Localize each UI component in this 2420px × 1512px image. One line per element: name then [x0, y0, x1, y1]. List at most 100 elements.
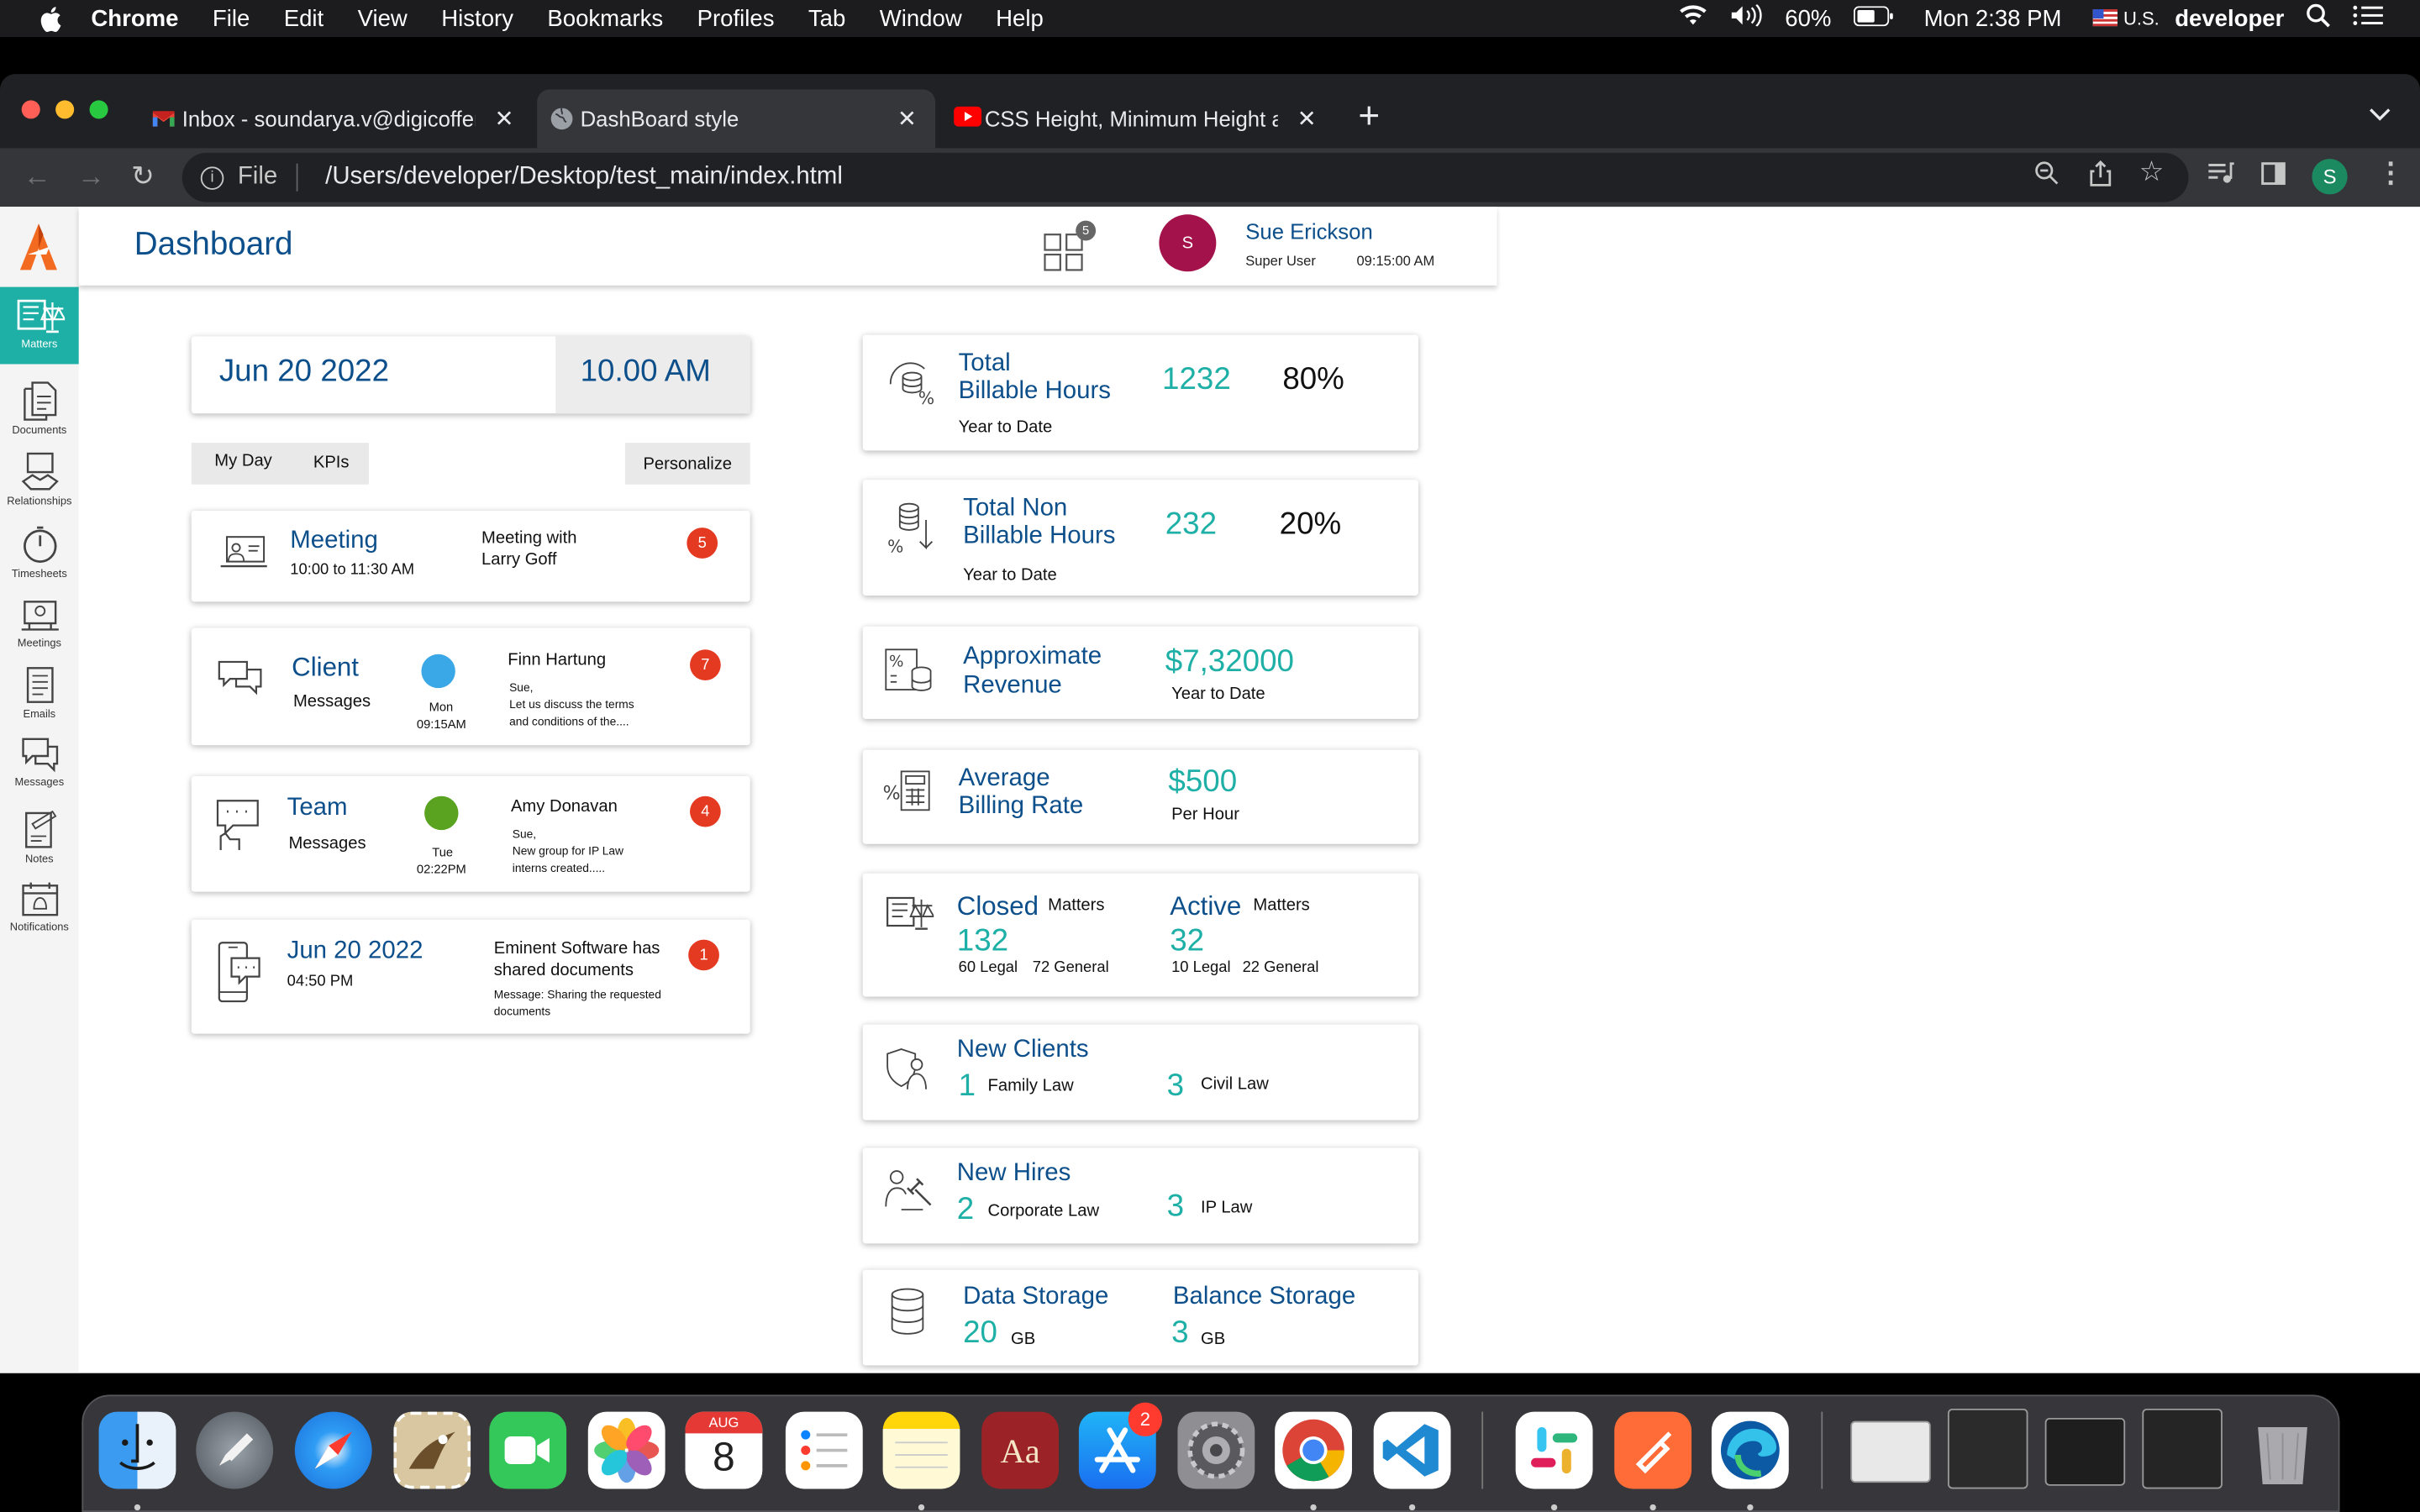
team-messages-card[interactable]: Team Messages Tue 02:22PM Amy Donavan Su…	[191, 775, 750, 892]
input-source[interactable]: U.S.	[2123, 8, 2160, 29]
control-center-icon[interactable]	[2352, 3, 2383, 34]
more-menu-icon[interactable]: ⋮	[2377, 157, 2405, 190]
kpi-billable-hours[interactable]: % Total Billable Hours Year to Date 1232…	[862, 334, 1418, 451]
user-name[interactable]: developer	[2175, 5, 2284, 31]
volume-icon[interactable]	[1729, 3, 1763, 33]
side-panel-icon[interactable]	[2261, 160, 2286, 193]
sidebar-item-timesheets[interactable]: Timesheets	[0, 523, 79, 580]
new-tab-button[interactable]: +	[1358, 96, 1380, 139]
tab-search-icon[interactable]	[2369, 102, 2391, 129]
notes-app-icon[interactable]	[882, 1411, 960, 1489]
meeting-title: Meeting	[290, 528, 378, 554]
tab-gmail[interactable]: Inbox - soundarya.v@digicoffer ✕	[139, 90, 532, 149]
mail-stamp-icon[interactable]	[393, 1411, 471, 1489]
reload-icon[interactable]: ↻	[131, 160, 155, 193]
battery-icon[interactable]	[1853, 5, 1893, 31]
user-name[interactable]: Sue Erickson	[1245, 219, 1373, 244]
kpi-matters[interactable]: Closed Matters 132 60 Legal 72 General A…	[862, 873, 1418, 997]
kpi-billing-rate[interactable]: % Average Billing Rate $500 Per Hour	[862, 749, 1418, 844]
sidebar-item-relationships[interactable]: Relationships	[0, 450, 79, 507]
zoom-icon[interactable]	[2034, 160, 2059, 193]
user-avatar[interactable]: S	[1159, 214, 1217, 272]
zoom-window-button[interactable]	[89, 100, 108, 119]
kpi-new-hires[interactable]: New Hires 2 Corporate Law 3 IP Law	[862, 1147, 1418, 1244]
close-tab-icon[interactable]: ✕	[897, 105, 917, 133]
forward-icon[interactable]: →	[77, 160, 105, 193]
media-icon[interactable]	[2207, 160, 2235, 193]
sidebar-item-messages[interactable]: Messages	[0, 734, 79, 789]
dictionary-icon[interactable]: Aa	[981, 1411, 1059, 1489]
menu-view[interactable]: View	[358, 5, 408, 31]
menu-history[interactable]: History	[441, 5, 513, 31]
trash-icon[interactable]	[2244, 1412, 2322, 1489]
tab-youtube[interactable]: CSS Height, Minimum Height and ✕	[941, 90, 1334, 149]
chrome-icon[interactable]	[1275, 1411, 1352, 1489]
finder-icon[interactable]	[98, 1411, 176, 1489]
kpi-nonbillable-hours[interactable]: % Total Non Billable Hours Year to Date …	[862, 480, 1418, 596]
sidebar-item-meetings[interactable]: Meetings	[0, 596, 79, 649]
safari-icon[interactable]	[294, 1411, 372, 1489]
close-window-button[interactable]	[21, 100, 40, 119]
calendar-icon[interactable]: AUG 8	[685, 1411, 763, 1489]
spotlight-icon[interactable]	[2306, 3, 2330, 34]
clock[interactable]: Mon 2:38 PM	[1924, 5, 2062, 31]
profile-avatar[interactable]: S	[2312, 159, 2348, 195]
sidebar-item-notes[interactable]: Notes	[0, 808, 79, 865]
edge-icon[interactable]	[1711, 1411, 1789, 1489]
window-thumbnail-4[interactable]	[2142, 1408, 2223, 1489]
kpi-new-clients[interactable]: New Clients 1 Family Law 3 Civil Law	[862, 1024, 1418, 1121]
closed-suffix: Matters	[1048, 896, 1105, 916]
client-status-dot	[421, 654, 455, 689]
reminders-icon[interactable]	[785, 1411, 863, 1489]
url-text[interactable]: /Users/developer/Desktop/test_main/index…	[325, 164, 843, 192]
slack-icon[interactable]	[1515, 1411, 1593, 1489]
menu-tab[interactable]: Tab	[808, 5, 845, 31]
minimize-window-button[interactable]	[55, 100, 75, 119]
wifi-icon[interactable]	[1677, 5, 1708, 33]
window-thumbnail-1[interactable]	[1850, 1420, 1931, 1483]
client-title: Client	[292, 652, 359, 682]
app-store-icon[interactable]: 2	[1078, 1402, 1163, 1489]
menu-help[interactable]: Help	[996, 5, 1044, 31]
brand-logo[interactable]	[18, 222, 59, 279]
info-icon[interactable]: i	[200, 165, 224, 189]
menu-file[interactable]: File	[213, 5, 250, 31]
apps-grid-button[interactable]: 5	[1044, 220, 1097, 280]
menu-app-name[interactable]: Chrome	[91, 5, 178, 31]
sidebar-item-documents[interactable]: Documents	[0, 380, 79, 437]
share-icon[interactable]	[2088, 160, 2112, 194]
menu-profiles[interactable]: Profiles	[697, 5, 775, 31]
close-tab-icon[interactable]: ✕	[1297, 105, 1317, 133]
kpi-revenue[interactable]: % Approximate Revenue $7,32000 Year to D…	[862, 626, 1418, 719]
apps-grid-icon	[1044, 234, 1086, 277]
window-thumbnail-3[interactable]	[2044, 1417, 2126, 1486]
vscode-icon[interactable]	[1373, 1411, 1451, 1489]
window-thumbnail-2[interactable]	[1947, 1408, 2028, 1489]
back-icon[interactable]: ←	[24, 160, 51, 193]
tab-kpis[interactable]: KPIs	[313, 454, 350, 472]
shared-documents-card[interactable]: Jun 20 2022 04:50 PM Eminent Software ha…	[191, 919, 750, 1034]
sidebar-item-notifications[interactable]: Notifications	[0, 879, 79, 933]
storage-a-title: Data Storage	[963, 1284, 1109, 1310]
launchpad-icon[interactable]	[196, 1411, 274, 1489]
client-messages-card[interactable]: Client Messages Mon 09:15AM Finn Hartung…	[191, 627, 750, 746]
menu-window[interactable]: Window	[880, 5, 962, 31]
sidebar-item-matters[interactable]: Matters	[0, 286, 79, 365]
meeting-card[interactable]: Meeting 10:00 to 11:30 AM Meeting with L…	[191, 510, 750, 602]
photos-icon[interactable]	[587, 1411, 666, 1489]
sidebar-item-emails[interactable]: Emails	[0, 664, 79, 721]
kpi-storage[interactable]: Data Storage 20 GB Balance Storage 3 GB	[862, 1269, 1418, 1366]
postman-icon[interactable]	[1614, 1411, 1692, 1489]
address-bar[interactable]: i File /Users/developer/Desktop/test_mai…	[182, 152, 2189, 202]
facetime-icon[interactable]	[489, 1411, 567, 1489]
system-preferences-icon[interactable]	[1177, 1411, 1255, 1489]
bookmark-star-icon[interactable]: ☆	[2139, 156, 2165, 189]
personalize-button[interactable]: Personalize	[624, 443, 750, 485]
apple-icon[interactable]	[35, 5, 63, 33]
tab-my-day[interactable]: My Day	[214, 452, 271, 470]
tab-dashboard[interactable]: DashBoard style ✕	[537, 89, 936, 149]
team-subtitle: Messages	[288, 834, 366, 853]
close-tab-icon[interactable]: ✕	[495, 105, 514, 133]
menu-edit[interactable]: Edit	[284, 5, 324, 31]
menu-bookmarks[interactable]: Bookmarks	[547, 5, 663, 31]
